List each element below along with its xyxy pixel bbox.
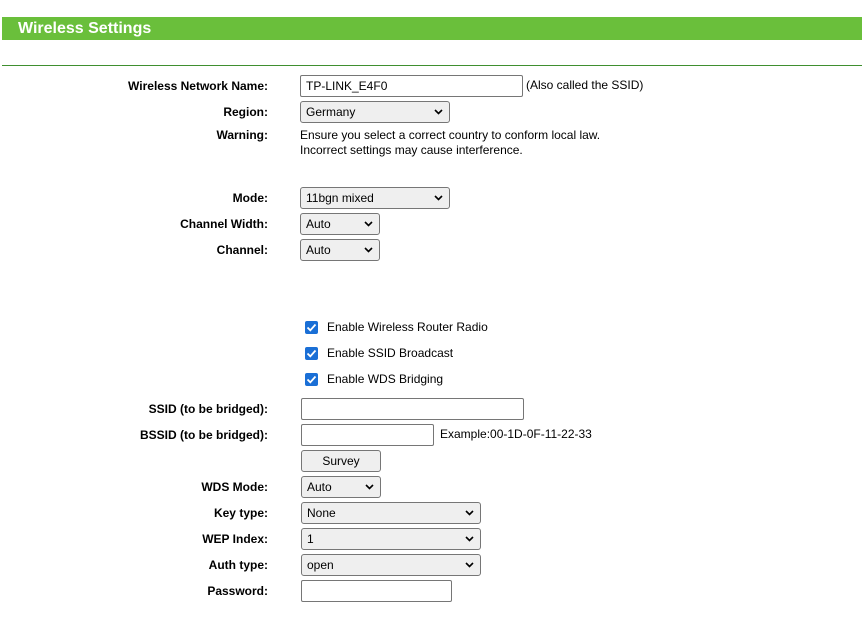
auth-type-label: Auth type: bbox=[208, 558, 268, 572]
region-select[interactable]: Germany bbox=[300, 101, 450, 123]
checkmark-icon bbox=[306, 323, 317, 332]
channel-label: Channel: bbox=[216, 243, 268, 257]
region-value: Germany bbox=[306, 105, 356, 119]
enable-wds-checkbox[interactable] bbox=[305, 373, 318, 386]
wds-mode-value: Auto bbox=[307, 480, 332, 494]
warning-label: Warning: bbox=[216, 128, 268, 142]
key-type-select[interactable]: None bbox=[301, 502, 481, 524]
wep-index-value: 1 bbox=[307, 532, 314, 546]
network-name-input[interactable]: TP-LINK_E4F0 bbox=[300, 75, 523, 97]
chevron-down-icon bbox=[465, 536, 474, 542]
enable-ssid-broadcast-checkbox[interactable] bbox=[305, 347, 318, 360]
chevron-down-icon bbox=[364, 247, 373, 253]
chevron-down-icon bbox=[365, 484, 374, 490]
wep-index-select[interactable]: 1 bbox=[301, 528, 481, 550]
bssid-example-text: Example:00-1D-0F-11-22-33 bbox=[440, 427, 592, 441]
mode-value: 11bgn mixed bbox=[306, 191, 374, 205]
header-bar: Wireless Settings bbox=[2, 17, 862, 40]
password-input[interactable] bbox=[301, 580, 452, 602]
wep-index-label: WEP Index: bbox=[202, 532, 268, 546]
chevron-down-icon bbox=[364, 221, 373, 227]
page-title: Wireless Settings bbox=[18, 20, 152, 37]
ssid-bridged-label: SSID (to be bridged): bbox=[148, 402, 268, 416]
ssid-bridged-input[interactable] bbox=[301, 398, 524, 420]
chevron-down-icon bbox=[465, 562, 474, 568]
header-divider bbox=[2, 65, 862, 66]
auth-type-select[interactable]: open bbox=[301, 554, 481, 576]
channel-width-select[interactable]: Auto bbox=[300, 213, 380, 235]
region-label: Region: bbox=[223, 105, 268, 119]
mode-label: Mode: bbox=[232, 191, 268, 205]
survey-button[interactable]: Survey bbox=[301, 450, 381, 472]
mode-select[interactable]: 11bgn mixed bbox=[300, 187, 450, 209]
chevron-down-icon bbox=[434, 109, 443, 115]
channel-width-label: Channel Width: bbox=[180, 217, 268, 231]
checkmark-icon bbox=[306, 349, 317, 358]
channel-width-value: Auto bbox=[306, 217, 331, 231]
ssid-hint: (Also called the SSID) bbox=[526, 78, 644, 92]
wds-mode-label: WDS Mode: bbox=[201, 480, 268, 494]
enable-radio-label: Enable Wireless Router Radio bbox=[327, 320, 488, 334]
key-type-value: None bbox=[307, 506, 336, 520]
bssid-bridged-label: BSSID (to be bridged): bbox=[140, 428, 268, 442]
chevron-down-icon bbox=[465, 510, 474, 516]
chevron-down-icon bbox=[434, 195, 443, 201]
network-name-label: Wireless Network Name: bbox=[128, 79, 268, 93]
channel-value: Auto bbox=[306, 243, 331, 257]
warning-text-line2: Incorrect settings may cause interferenc… bbox=[300, 143, 523, 157]
warning-text-line1: Ensure you select a correct country to c… bbox=[300, 128, 601, 142]
enable-radio-checkbox[interactable] bbox=[305, 321, 318, 334]
enable-wds-label: Enable WDS Bridging bbox=[327, 372, 444, 386]
enable-ssid-broadcast-label: Enable SSID Broadcast bbox=[327, 346, 454, 360]
password-label: Password: bbox=[207, 584, 268, 598]
bssid-bridged-input[interactable] bbox=[301, 424, 434, 446]
wds-mode-select[interactable]: Auto bbox=[301, 476, 381, 498]
channel-select[interactable]: Auto bbox=[300, 239, 380, 261]
key-type-label: Key type: bbox=[213, 506, 268, 520]
checkmark-icon bbox=[306, 375, 317, 384]
auth-type-value: open bbox=[307, 558, 334, 572]
